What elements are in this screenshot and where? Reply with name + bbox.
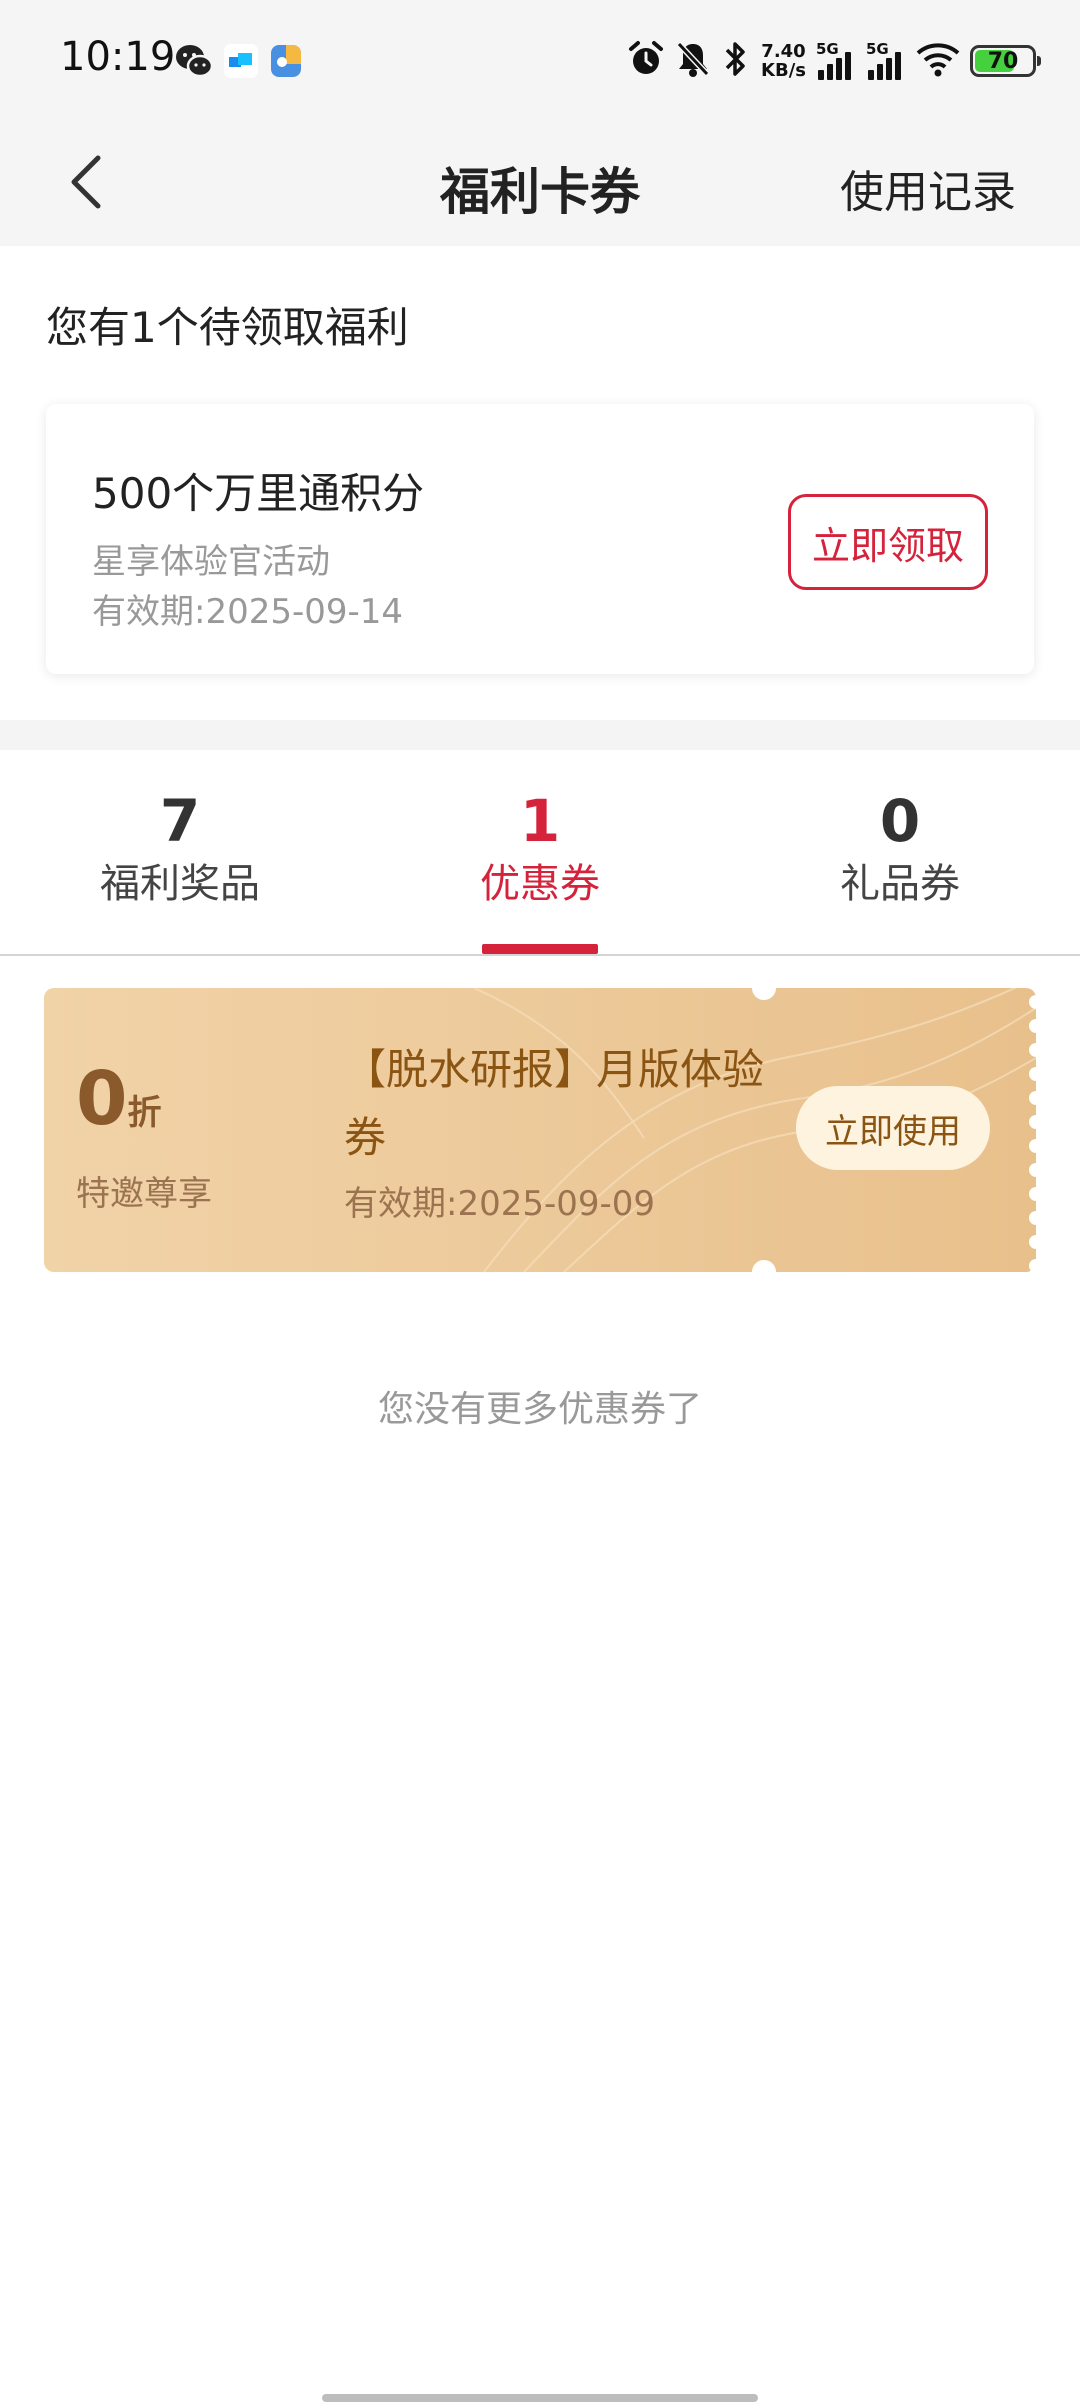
use-now-button[interactable]: 立即使用 [796, 1086, 990, 1170]
tab-count: 0 [879, 787, 921, 855]
status-bar: 10:19 7.40 KB/s 5G 5G 70 [0, 0, 1080, 122]
pending-welfare-card: 500个万里通积分 星享体验官活动 有效期:2025-09-14 立即领取 [46, 404, 1034, 674]
app-icon-multicolor [268, 42, 304, 80]
discount-number: 0 [76, 1056, 128, 1142]
pending-header: 您有1个待领取福利 [46, 303, 409, 352]
welfare-validity: 有效期:2025-09-14 [92, 592, 404, 632]
home-indicator[interactable] [322, 2394, 758, 2402]
tab-label: 礼品券 [840, 861, 960, 907]
section-divider [0, 720, 1080, 750]
discount-unit: 折 [127, 1093, 162, 1133]
welfare-subtitle: 星享体验官活动 [92, 542, 330, 582]
alarm-icon [627, 40, 665, 82]
wifi-icon [916, 41, 960, 81]
mute-icon [675, 40, 711, 82]
tab-welfare-prizes[interactable]: 7 福利奖品 [30, 750, 330, 912]
battery-level: 70 [987, 48, 1019, 74]
coupon-validity: 有效期:2025-09-09 [344, 1184, 656, 1224]
coupon-tag: 特邀尊享 [76, 1174, 212, 1214]
speed-value: 7.40 [761, 41, 806, 62]
wechat-icon [174, 42, 214, 80]
status-time: 10:19 [60, 34, 176, 80]
nav-bar: 福利卡券 使用记录 [0, 122, 1080, 246]
tab-gift-vouchers[interactable]: 0 礼品券 [750, 750, 1050, 912]
app-icon-blue [224, 44, 258, 78]
network-speed: 7.40 KB/s [761, 42, 806, 80]
tab-coupons[interactable]: 1 优惠券 [390, 750, 690, 954]
signal-label-1: 5G [816, 40, 839, 58]
signal-icon-2: 5G [866, 40, 906, 80]
coupon-title: 【脱水研报】月版体验券 [344, 1045, 765, 1162]
battery-icon: 70 [970, 45, 1041, 77]
tab-count: 7 [159, 787, 201, 855]
signal-icon: 5G [816, 40, 856, 80]
tab-count: 1 [519, 787, 561, 855]
usage-history-link[interactable]: 使用记录 [840, 156, 1016, 220]
bluetooth-icon [721, 39, 751, 83]
status-right: 7.40 KB/s 5G 5G 70 [627, 36, 1041, 86]
tab-bar: 7 福利奖品 1 优惠券 0 礼品券 [0, 750, 1080, 956]
claim-now-button[interactable]: 立即领取 [788, 494, 988, 590]
tab-label: 福利奖品 [100, 861, 260, 907]
tab-active-indicator [482, 944, 598, 954]
no-more-coupons-text: 您没有更多优惠券了 [377, 1389, 702, 1430]
discount-value: 0折 [76, 1056, 162, 1142]
signal-label-2: 5G [866, 40, 889, 58]
tab-label: 优惠券 [480, 861, 600, 907]
speed-unit: KB/s [761, 60, 806, 81]
coupon-card: 0折 特邀尊享 【脱水研报】月版体验券 有效期:2025-09-09 立即使用 [44, 988, 1036, 1272]
welfare-title: 500个万里通积分 [92, 469, 425, 518]
